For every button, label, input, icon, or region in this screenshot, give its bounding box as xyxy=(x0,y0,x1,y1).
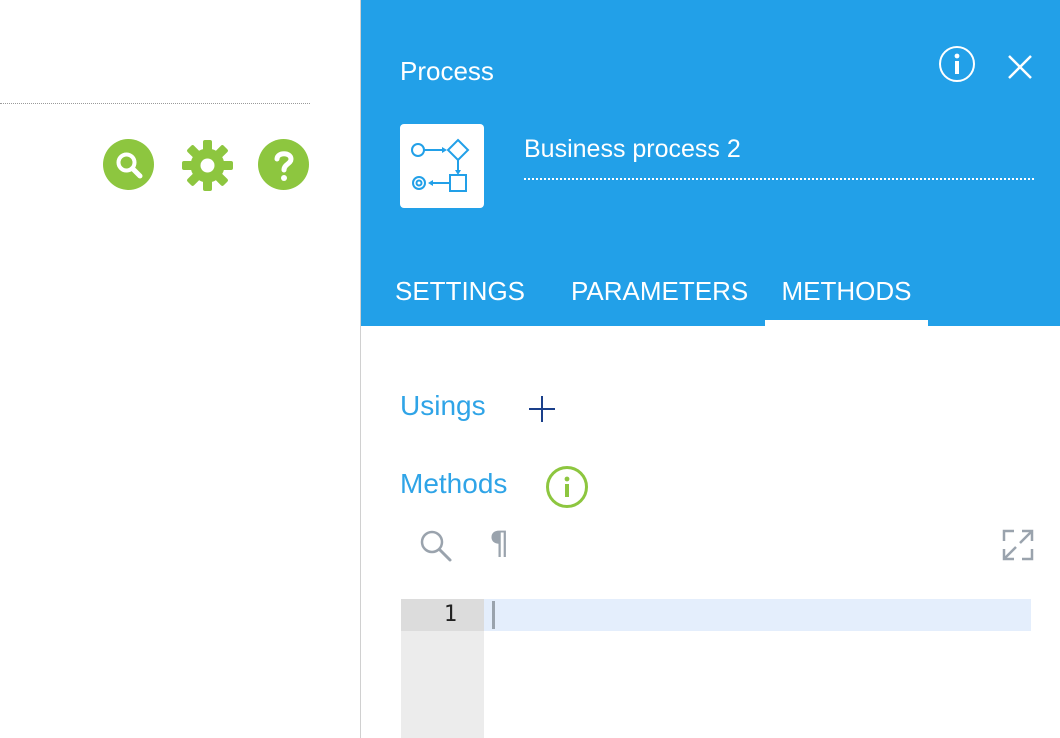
search-icon xyxy=(116,152,142,178)
show-whitespace-button[interactable]: ¶ xyxy=(489,524,523,564)
close-button[interactable] xyxy=(1005,52,1035,82)
info-icon xyxy=(954,53,960,74)
methods-info-button[interactable] xyxy=(546,466,588,508)
info-icon xyxy=(564,476,570,497)
methods-label: Methods xyxy=(400,468,508,499)
close-icon xyxy=(1008,55,1032,79)
add-using-button[interactable] xyxy=(527,394,557,424)
canvas-divider xyxy=(0,103,310,104)
code-editor[interactable]: 1 xyxy=(401,599,1031,738)
panel-title: Process xyxy=(400,56,494,86)
help-icon xyxy=(274,150,294,181)
plus-icon xyxy=(529,396,555,422)
pilcrow-icon: ¶ xyxy=(489,524,510,562)
process-panel: Process Business process 2 SETTINGS PARA… xyxy=(361,0,1060,738)
gear-icon xyxy=(182,140,233,191)
process-name-value: Business process 2 xyxy=(524,135,741,163)
expand-icon xyxy=(1002,529,1034,561)
text-cursor xyxy=(492,601,495,629)
tab-methods[interactable]: METHODS xyxy=(765,270,928,326)
tab-settings[interactable]: SETTINGS xyxy=(395,270,525,326)
active-line-highlight xyxy=(484,599,1031,631)
settings-button[interactable] xyxy=(181,139,234,192)
info-button[interactable] xyxy=(939,46,975,82)
usings-label[interactable]: Usings xyxy=(400,390,486,422)
help-button[interactable] xyxy=(258,139,309,190)
search-icon xyxy=(420,530,452,562)
panel-header: Process Business process 2 SETTINGS PARA… xyxy=(361,0,1060,326)
tab-parameters[interactable]: PARAMETERS xyxy=(571,270,748,326)
process-name-field[interactable]: Business process 2 xyxy=(524,130,1034,180)
line-number: 1 xyxy=(443,602,457,627)
designer-canvas xyxy=(0,0,361,738)
process-icon-tile[interactable] xyxy=(400,124,484,208)
editor-search-button[interactable] xyxy=(417,527,455,565)
search-button[interactable] xyxy=(103,139,154,190)
expand-editor-button[interactable] xyxy=(1001,528,1035,562)
process-diagram-icon xyxy=(411,138,470,192)
